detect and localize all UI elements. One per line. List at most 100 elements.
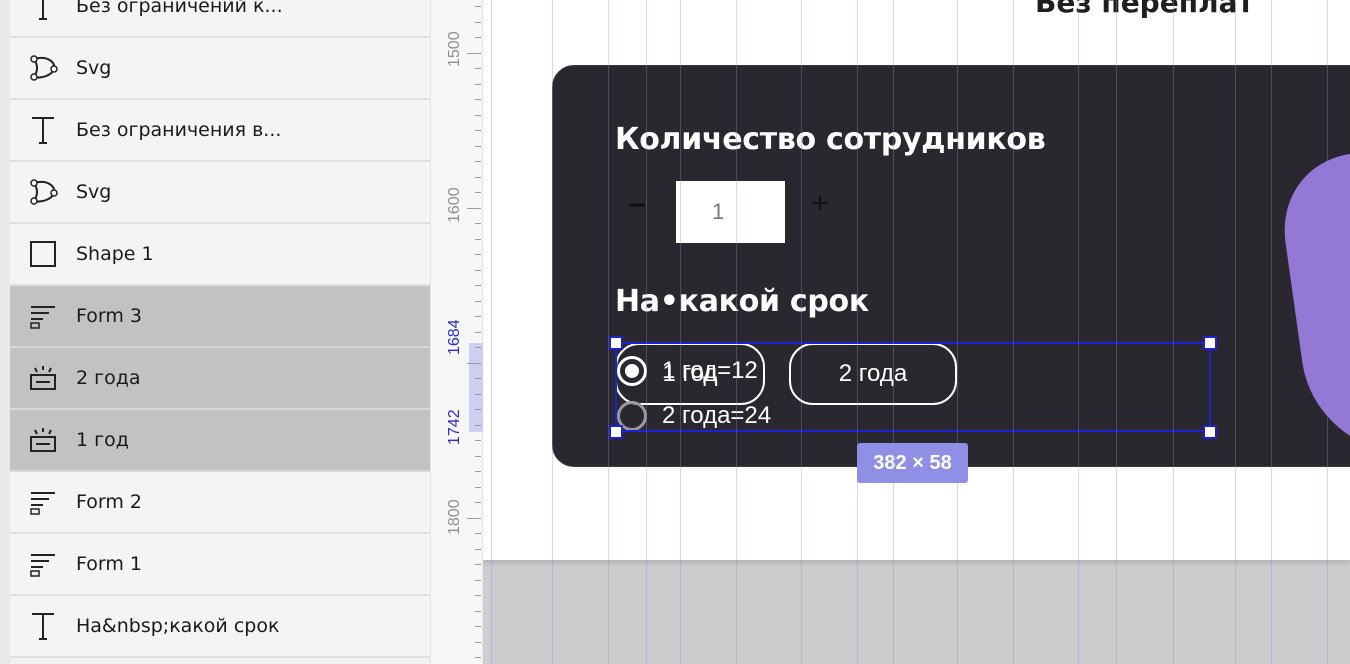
resize-handle-top-right[interactable] — [1203, 336, 1217, 350]
ruler-tick — [475, 316, 481, 317]
layer-row-option-1[interactable]: 1 год — [10, 410, 430, 472]
layer-label: Svg — [76, 181, 112, 203]
selection-box[interactable] — [615, 342, 1211, 432]
layer-row-svg-2[interactable]: Svg — [10, 162, 430, 224]
layer-row-svg-1[interactable]: Svg — [10, 38, 430, 100]
layer-row-form-1[interactable]: Form 1 — [10, 534, 430, 596]
layer-row-text-2[interactable]: Без ограничения в... — [10, 100, 430, 162]
design-canvas[interactable]: Без переплат Количество сотрудников − + … — [483, 0, 1350, 664]
resize-handle-bottom-left[interactable] — [609, 425, 623, 439]
layout-guide — [1327, 0, 1328, 664]
form-icon — [26, 485, 60, 519]
ruler-label: 1600 — [446, 187, 463, 223]
term-title: На•какой срок — [615, 284, 869, 319]
ruler-tick — [475, 580, 481, 581]
layer-row-text-3[interactable]: На&nbsp;какой срок — [10, 596, 430, 658]
ruler-tick — [475, 115, 481, 116]
layout-guide — [1078, 0, 1079, 664]
ruler-tick — [475, 301, 481, 302]
ruler-tick — [467, 208, 481, 209]
ruler-label-selection-bottom: 1742 — [446, 409, 463, 445]
ruler-tick — [475, 223, 481, 224]
layout-guide — [801, 0, 802, 664]
ruler-tick — [475, 146, 481, 147]
ruler-tick — [475, 487, 481, 488]
ruler-tick — [475, 84, 481, 85]
layout-guide — [552, 0, 553, 664]
layout-guide — [608, 0, 609, 664]
ruler-tick — [475, 161, 481, 162]
layer-label: 2 года — [76, 367, 141, 389]
ruler-tick — [475, 394, 481, 395]
ruler-tick — [475, 440, 481, 441]
ruler-tick — [475, 254, 481, 255]
ruler-tick — [475, 564, 481, 565]
ruler-tick — [475, 611, 481, 612]
ruler-tick — [475, 409, 481, 410]
ruler-tick — [467, 363, 481, 364]
increment-button[interactable]: + — [808, 189, 832, 219]
layout-guide — [736, 0, 737, 664]
layout-guide — [1271, 0, 1272, 664]
input-icon — [26, 361, 60, 395]
layout-guide — [1013, 0, 1014, 664]
layout-guide — [646, 0, 647, 664]
layer-label: Form 3 — [76, 305, 142, 327]
layer-row-form-3[interactable]: Form 3 — [10, 286, 430, 348]
layout-guide — [1235, 0, 1236, 664]
text-icon — [26, 0, 60, 23]
ruler-tick — [475, 130, 481, 131]
layout-guide — [1173, 0, 1174, 664]
form-icon — [26, 547, 60, 581]
decrement-button[interactable]: − — [626, 191, 648, 221]
ruler-label-selection-top: 1684 — [446, 319, 463, 355]
layer-row-text-1[interactable]: Без ограничений к... — [10, 0, 430, 38]
ruler-tick — [475, 22, 481, 23]
panel-edge — [0, 0, 10, 664]
layers-panel: Без ограничений к... Svg Без ограничения… — [0, 0, 441, 664]
ruler-tick — [475, 239, 481, 240]
ruler-tick — [467, 518, 481, 519]
ruler-tick — [475, 192, 481, 193]
ruler-tick — [475, 68, 481, 69]
ruler-tick — [475, 456, 481, 457]
ruler-tick — [475, 626, 481, 627]
rectangle-icon — [26, 237, 60, 271]
ruler-tick — [475, 502, 481, 503]
artboard[interactable]: Без переплат Количество сотрудников − + … — [483, 0, 1350, 560]
layout-guide — [893, 0, 894, 664]
ruler-tick — [467, 53, 481, 54]
vector-path-icon — [26, 51, 60, 85]
resize-handle-top-left[interactable] — [609, 336, 623, 350]
ruler-tick — [475, 595, 481, 596]
decorative-shape — [1272, 153, 1350, 453]
layout-guide — [491, 0, 492, 664]
layer-label: Svg — [76, 57, 112, 79]
layer-row-shape[interactable]: Shape 1 — [10, 224, 430, 286]
layout-guide — [857, 0, 858, 664]
ruler-tick — [475, 471, 481, 472]
layer-label: Без ограничений к... — [76, 0, 283, 17]
ruler-tick — [475, 657, 481, 658]
layer-label: Shape 1 — [76, 243, 154, 265]
quantity-input[interactable] — [676, 181, 785, 243]
layer-label: Form 2 — [76, 491, 142, 513]
ruler-label: 1800 — [446, 499, 463, 535]
text-icon — [26, 609, 60, 643]
text-icon — [26, 113, 60, 147]
ruler-tick — [475, 549, 481, 550]
layers-scrollbar[interactable] — [430, 0, 441, 664]
layout-guide — [680, 0, 681, 664]
ruler-selection-highlight — [469, 343, 483, 432]
form-icon — [26, 299, 60, 333]
dimensions-badge: 382 × 58 — [857, 443, 968, 483]
layer-label: Form 1 — [76, 553, 142, 575]
ruler-tick — [475, 99, 481, 100]
ruler-tick — [475, 177, 481, 178]
layer-row-form-2[interactable]: Form 2 — [10, 472, 430, 534]
resize-handle-bottom-right[interactable] — [1203, 425, 1217, 439]
layer-row-option-2[interactable]: 2 года — [10, 348, 430, 410]
layer-label: 1 год — [76, 429, 129, 451]
vector-path-icon — [26, 175, 60, 209]
ruler-tick — [475, 332, 481, 333]
